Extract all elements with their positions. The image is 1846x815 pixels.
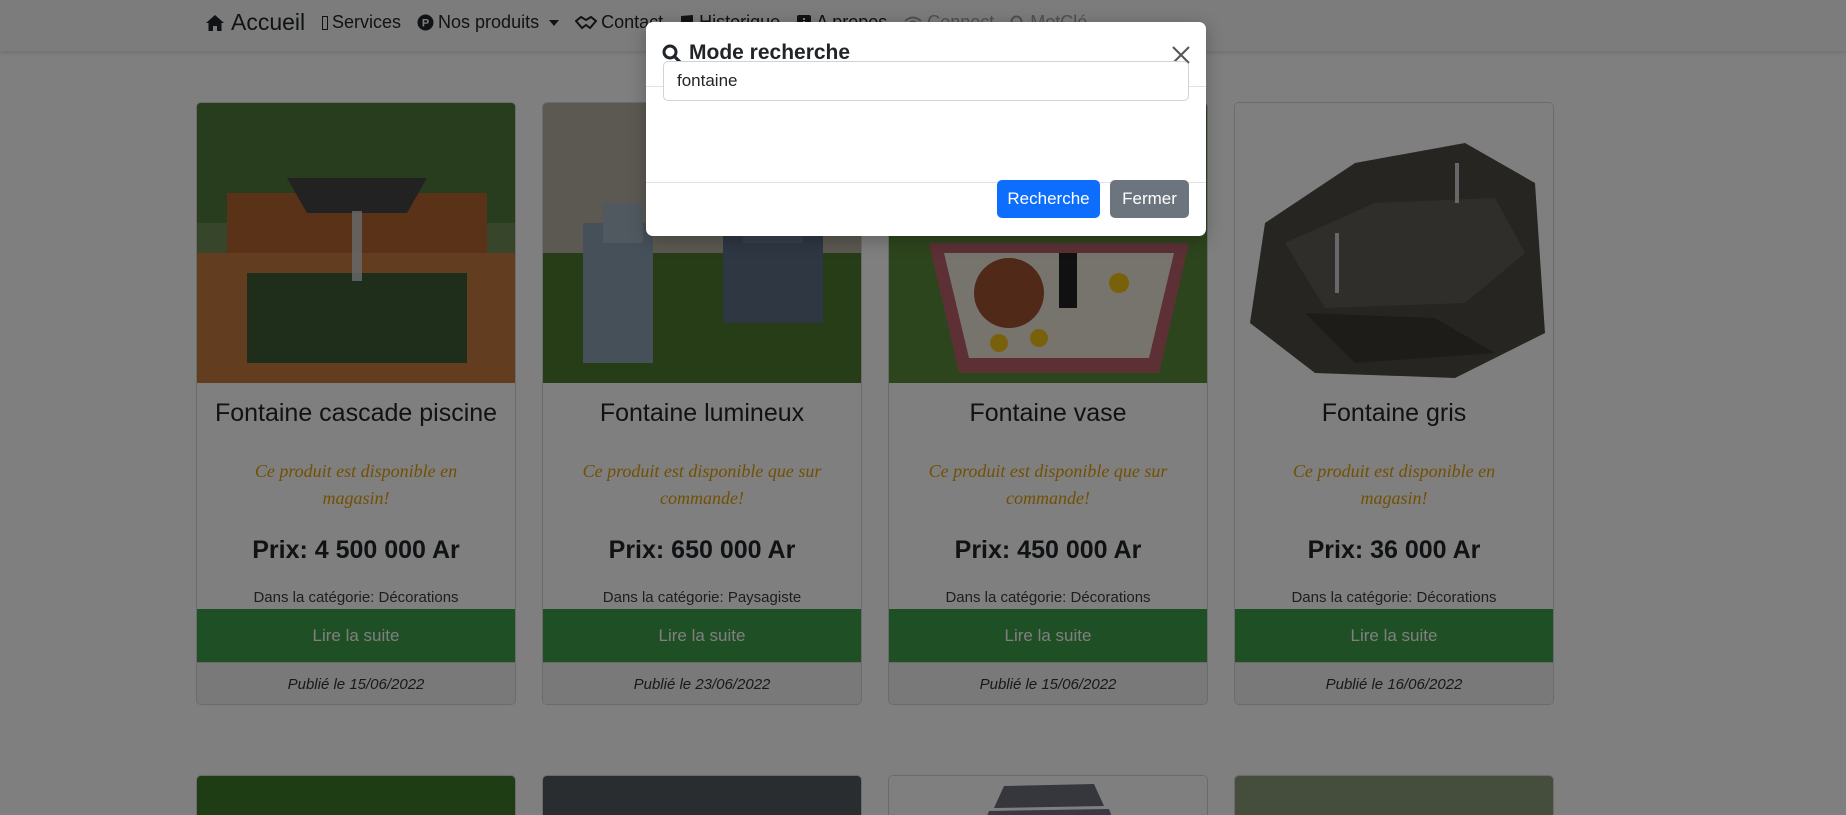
search-input[interactable] [663,61,1189,101]
modal-body [646,87,1206,183]
search-icon [662,44,681,63]
close-button[interactable]: Fermer [1110,180,1189,218]
search-modal: Mode recherche Recherche Fermer [646,22,1206,236]
search-button[interactable]: Recherche [997,180,1100,218]
